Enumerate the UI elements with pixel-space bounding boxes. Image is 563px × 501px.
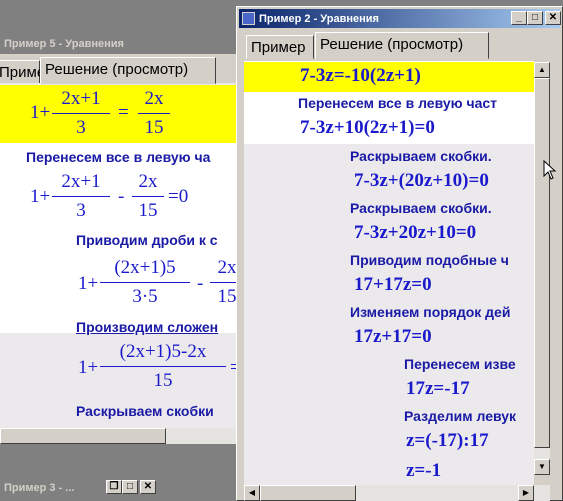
line-7: Приводим подобные ч	[350, 252, 509, 268]
eq-main-frac-1: 2x+1 3	[52, 88, 110, 139]
app-icon	[242, 12, 255, 25]
window-example-2[interactable]: Пример 2 - Уравнения _ □ ✕ Пример Решени…	[236, 6, 563, 501]
step3-text-5: Производим сложен	[76, 319, 219, 335]
arrow-up-icon: ▲	[538, 65, 546, 74]
line-11: Перенесем изве	[404, 356, 516, 372]
hscroll-thumb-2[interactable]	[260, 485, 356, 501]
window-3-close-button[interactable]: ✕	[140, 480, 156, 494]
line-8: 17+17z=0	[354, 274, 432, 295]
minimize-icon: _	[516, 12, 522, 23]
line-0: 7-3z=-10(2z+1)	[300, 65, 421, 86]
hscroll-thumb-5[interactable]	[0, 428, 166, 444]
hscrollbar-2[interactable]: ◀ ▶	[244, 485, 550, 501]
eq-main-num2: 2x	[144, 88, 164, 109]
window-3-title: Пример 3 - ...	[4, 482, 75, 494]
line-13: Разделим левук	[404, 408, 517, 424]
eq-main-one: 1+	[30, 102, 51, 123]
window-2-title: Пример 2 - Уравнения	[259, 13, 379, 25]
step4-text-5: Раскрываем скобки	[76, 403, 214, 419]
line-14: z=(-17):17	[406, 430, 489, 451]
step1-num2: 2x	[138, 171, 158, 192]
line-1: Перенесем все в левую част	[298, 95, 498, 111]
window-2-close-button[interactable]: ✕	[545, 11, 561, 25]
window-example-3[interactable]: Пример 3 - ... ❐ □ ✕	[0, 476, 160, 501]
maximize-icon: □	[531, 12, 539, 23]
window-3-maximize-button[interactable]: □	[122, 480, 138, 494]
step1-text-5: Перенесем все в левую ча	[26, 149, 211, 165]
line-15: z=-1	[406, 460, 442, 481]
tab-solution-5[interactable]: Решение (просмотр)	[40, 57, 216, 84]
step1-frac-1: 2x+1 3	[52, 171, 110, 222]
tab-example-2[interactable]: Пример	[246, 35, 314, 59]
step2-den1: 3·5	[132, 286, 158, 307]
line-2: 7-3z+10(2z+1)=0	[300, 117, 435, 138]
step1-one: 1+	[30, 186, 51, 207]
tab-solution-2[interactable]: Решение (просмотр)	[315, 32, 489, 59]
maximize-icon: □	[126, 481, 134, 492]
line-9: Изменяем порядок дей	[350, 304, 511, 320]
eq-main-den2: 15	[144, 117, 164, 138]
step1-minus: -	[118, 186, 125, 207]
scroll-left-button[interactable]: ◀	[244, 485, 260, 501]
scroll-down-button[interactable]: ▼	[534, 459, 550, 475]
line-10: 17z+17=0	[354, 326, 432, 347]
step3-num1: (2x+1)5-2x	[119, 341, 207, 362]
arrow-down-icon: ▼	[538, 462, 546, 471]
arrow-left-icon: ◀	[248, 488, 256, 497]
window-3-restore-button[interactable]: ❐	[106, 480, 122, 494]
restore-icon: ❐	[109, 481, 119, 492]
line-3: Раскрываем скобки.	[350, 148, 492, 164]
arrow-right-icon: ▶	[522, 488, 530, 497]
line-5: Раскрываем скобки.	[350, 200, 492, 216]
step1-num1: 2x+1	[61, 171, 101, 192]
eq-main-den1: 3	[76, 117, 86, 138]
scroll-right-button[interactable]: ▶	[518, 485, 534, 501]
line-6: 7-3z+20z+10=0	[354, 222, 477, 243]
scroll-up-button[interactable]: ▲	[534, 62, 550, 78]
window-5-title: Пример 5 - Уравнения	[4, 38, 124, 50]
close-icon: ✕	[548, 12, 558, 23]
eq-main-frac-2: 2x 15	[138, 88, 170, 139]
hscrollbar-5[interactable]	[0, 428, 242, 444]
vscrollbar-2[interactable]: ▲ ▼	[534, 62, 550, 475]
step3-den1: 15	[153, 370, 173, 391]
line-4: 7-3z+(20z+10)=0	[354, 170, 489, 191]
step1-tail: =0	[168, 186, 189, 207]
step2-text-5: Приводим дроби к с	[76, 232, 218, 248]
step2-one: 1+	[78, 273, 99, 294]
step2-frac-1: (2x+1)5 3·5	[100, 257, 190, 308]
line-12: 17z=-17	[406, 378, 470, 399]
step3-frac: (2x+1)5-2x 15	[100, 341, 226, 392]
tab-example-5[interactable]: Пример	[0, 60, 54, 84]
eq-main-num1: 2x+1	[61, 88, 101, 109]
window-2-maximize-button[interactable]: □	[527, 11, 543, 25]
step1-den1: 3	[76, 200, 86, 221]
mouse-cursor-icon	[543, 160, 557, 180]
solution-view-5: 1+ 2x+1 3 = 2x 15 Перенесем все в левую …	[0, 83, 242, 428]
step1-den2: 15	[138, 200, 158, 221]
vscroll-thumb-2[interactable]	[534, 78, 550, 448]
window-5-titlebar[interactable]: Пример 5 - Уравнения	[0, 34, 242, 54]
close-icon: ✕	[143, 481, 153, 492]
window-example-5[interactable]: Пример 5 - Уравнения Пример Решение (про…	[0, 34, 242, 444]
solution-view-2: 7-3z=-10(2z+1) Перенесем все в левую час…	[244, 61, 534, 492]
eq-main-equals: =	[118, 102, 129, 123]
step2-minus: -	[197, 273, 204, 294]
step2-num1: (2x+1)5	[114, 257, 176, 278]
window-2-minimize-button[interactable]: _	[511, 11, 527, 25]
step1-frac-2: 2x 15	[132, 171, 164, 222]
step3-one: 1+	[78, 357, 99, 378]
